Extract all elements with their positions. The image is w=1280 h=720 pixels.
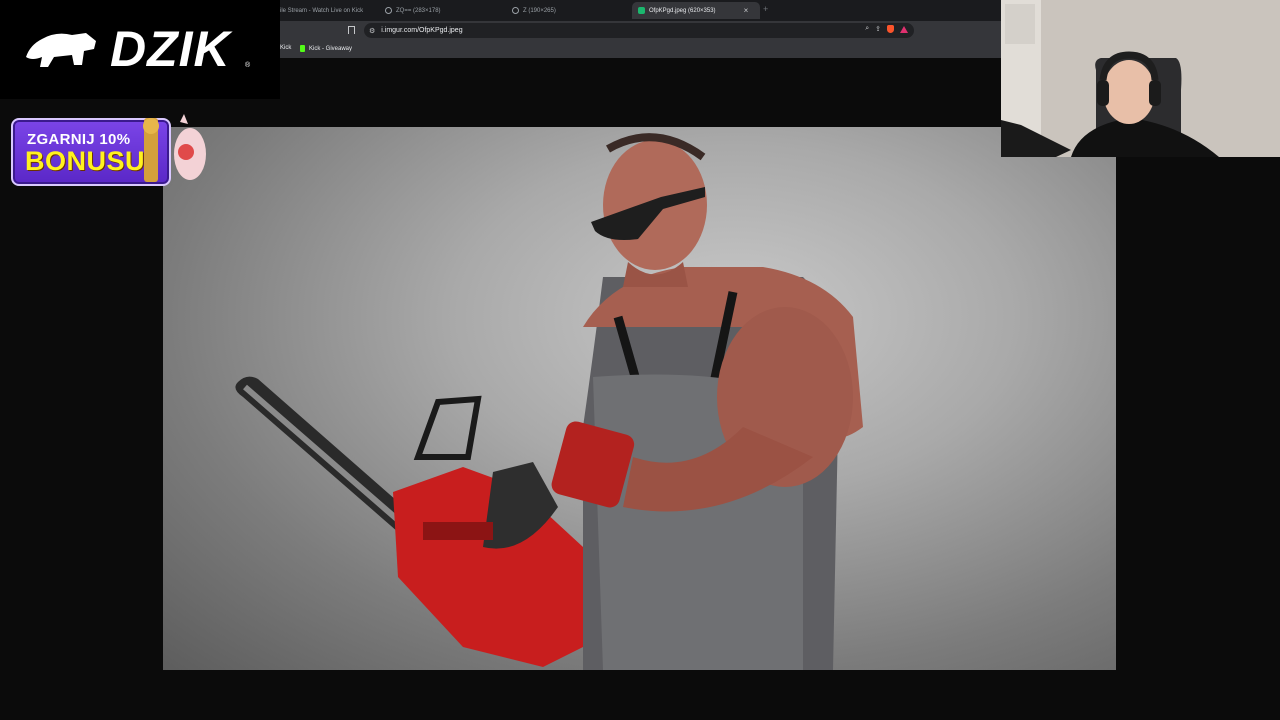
tab-strip: ile Stream - Watch Live on Kick ZQ== (28… (280, 0, 1001, 21)
dzik-logo: DZIK ® (0, 0, 280, 99)
kick-favicon-icon (300, 45, 305, 52)
globe-icon (512, 7, 519, 14)
tab-imgur-active[interactable]: OfpKPgd.jpeg (620×353) × (632, 2, 760, 19)
close-tab-icon[interactable]: × (744, 6, 749, 15)
boar-icon (26, 33, 96, 67)
bookmark-icon[interactable] (348, 26, 355, 34)
bookmark-kick-giveaway[interactable]: Kick - Giveaway (300, 45, 352, 52)
bonus-line2: BONUSU (25, 146, 146, 176)
webcam-feed (1001, 0, 1280, 157)
imgur-favicon-icon (638, 7, 645, 14)
bookmark-label: Kick (280, 45, 292, 51)
site-settings-icon[interactable]: ⚙ (369, 27, 375, 35)
brave-shields-icon[interactable] (887, 25, 894, 33)
tab-zq-image[interactable]: ZQ== (283×178) (385, 2, 495, 19)
bookmark-label: Kick - Giveaway (309, 45, 353, 52)
tab-z-image[interactable]: Z (190×265) (512, 2, 622, 19)
viewed-image[interactable] (163, 127, 1116, 670)
registered-mark: ® (245, 62, 251, 69)
brave-rewards-icon[interactable] (900, 25, 908, 33)
address-bar[interactable]: ⚙ i.imgur.com/OfpKPgd.jpeg ⌕ ⇪ (364, 23, 914, 38)
chainsaw (235, 376, 583, 667)
man-figure (551, 133, 863, 670)
address-bar-actions: ⌕ ⇪ (865, 25, 908, 33)
address-toolbar: ⚙ i.imgur.com/OfpKPgd.jpeg ⌕ ⇪ (280, 21, 1001, 40)
tab-label: ile Stream - Watch Live on Kick (280, 7, 364, 14)
bookmarks-bar: Kick Kick - Giveaway (280, 40, 1001, 58)
webcam-scene (1001, 0, 1280, 157)
globe-icon (385, 7, 392, 14)
tab-kick-stream[interactable]: ile Stream - Watch Live on Kick (280, 2, 372, 19)
logo-wordmark: DZIK (110, 21, 231, 77)
new-tab-button[interactable]: + (763, 4, 768, 14)
photo-illustration (235, 133, 863, 670)
zoom-icon[interactable]: ⌕ (865, 25, 869, 33)
tab-label: OfpKPgd.jpeg (620×353) (649, 7, 716, 14)
mascot-illustration (143, 114, 206, 182)
tab-label: ZQ== (283×178) (396, 7, 441, 14)
tab-label: Z (190×265) (523, 7, 556, 14)
browser-window: ile Stream - Watch Live on Kick ZQ== (28… (280, 0, 1001, 58)
url-text: i.imgur.com/OfpKPgd.jpeg (381, 27, 463, 34)
share-icon[interactable]: ⇪ (875, 25, 881, 33)
bookmark-kick[interactable]: Kick (280, 45, 291, 51)
